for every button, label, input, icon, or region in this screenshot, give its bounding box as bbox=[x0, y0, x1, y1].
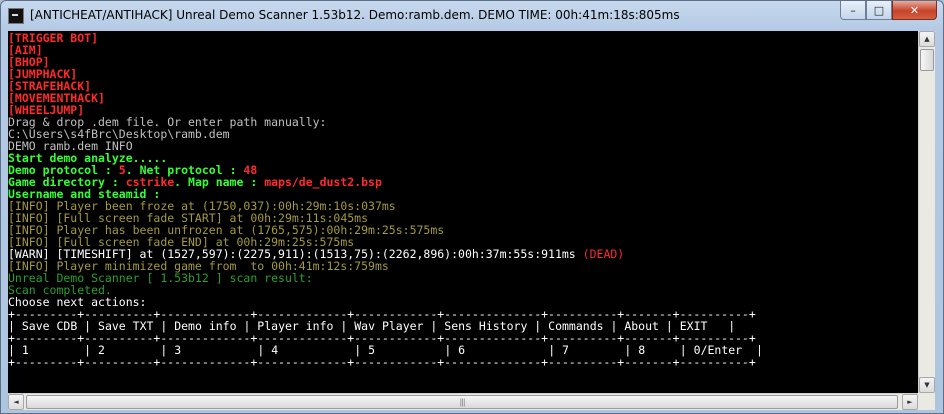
scrollbar-corner bbox=[918, 393, 935, 410]
scroll-down-button[interactable]: ▼ bbox=[919, 377, 935, 393]
grip-icon: ||| bbox=[459, 397, 465, 407]
scroll-up-button[interactable]: ▲ bbox=[919, 31, 935, 47]
menu-border-bottom: +---------+----------+-------------+----… bbox=[8, 355, 756, 369]
close-button[interactable]: ✕ bbox=[892, 1, 937, 20]
map-name-value: maps/de_dust2.bsp bbox=[264, 175, 382, 189]
console-window: [ANTICHEAT/ANTIHACK] Unreal Demo Scanner… bbox=[0, 0, 944, 414]
console-app-icon[interactable] bbox=[8, 8, 24, 24]
horizontal-scroll-thumb[interactable]: ||| bbox=[26, 395, 898, 409]
scroll-right-button[interactable]: ► bbox=[902, 394, 918, 410]
vertical-scrollbar[interactable]: ▲ ▼ bbox=[918, 31, 935, 393]
window-title: [ANTICHEAT/ANTIHACK] Unreal Demo Scanner… bbox=[30, 8, 680, 22]
map-name-label: . Map name : bbox=[174, 175, 265, 189]
dead-badge: (DEAD) bbox=[582, 247, 625, 261]
horizontal-scrollbar[interactable]: ◄ ||| ► bbox=[8, 393, 918, 410]
maximize-button[interactable]: □ bbox=[866, 1, 892, 20]
title-bar[interactable]: [ANTICHEAT/ANTIHACK] Unreal Demo Scanner… bbox=[1, 1, 943, 30]
console-output[interactable]: [TRIGGER BOT] [AIM] [BHOP] [JUMPHACK] [S… bbox=[8, 31, 918, 393]
scroll-left-button[interactable]: ◄ bbox=[8, 394, 24, 410]
minimize-button[interactable]: – bbox=[840, 1, 866, 20]
caption-buttons: – □ ✕ bbox=[840, 1, 937, 21]
vertical-scroll-thumb[interactable] bbox=[920, 49, 934, 71]
